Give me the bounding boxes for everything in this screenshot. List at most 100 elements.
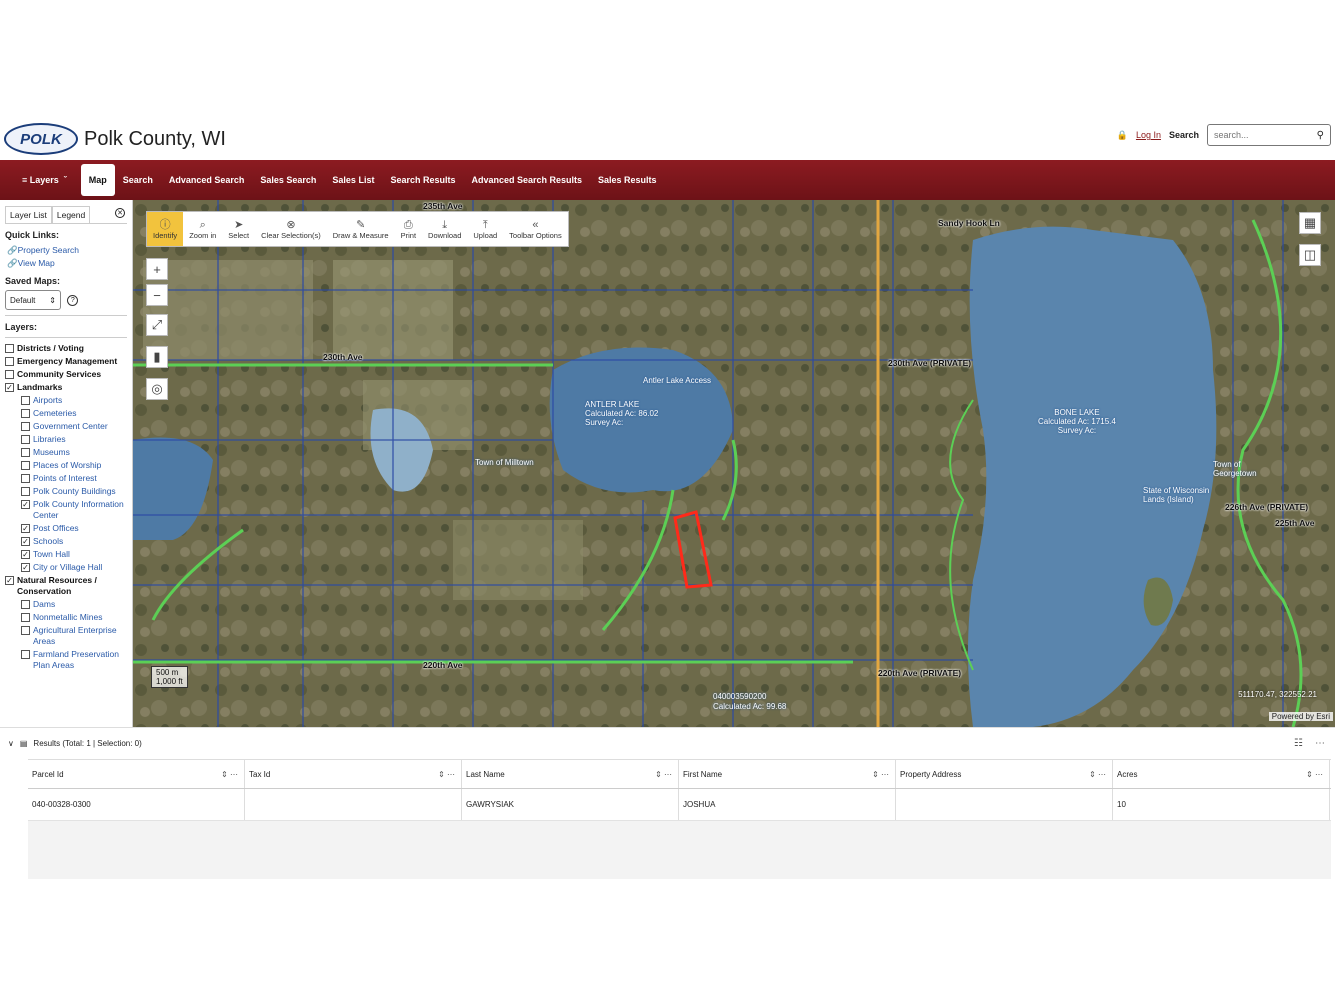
tool-zoom-in[interactable]: ⌕ Zoom in bbox=[183, 212, 222, 246]
checkbox-checked[interactable]: ✓ bbox=[21, 550, 30, 559]
column-label: Tax Id bbox=[249, 769, 271, 779]
collapse-icon[interactable]: ∨ bbox=[8, 739, 14, 748]
map-view[interactable]: 230th Ave 235th Ave 220th Ave 220th Ave … bbox=[133, 200, 1335, 727]
checkbox-checked[interactable]: ✓ bbox=[21, 500, 30, 509]
column-header[interactable]: Last Name ⇕ ⋯ bbox=[462, 760, 679, 788]
checkbox[interactable] bbox=[21, 613, 30, 622]
layer-label: Dams bbox=[33, 599, 56, 609]
column-header[interactable]: Property Address ⇕ ⋯ bbox=[896, 760, 1113, 788]
tab-legend[interactable]: Legend bbox=[51, 206, 91, 223]
tool-identify[interactable]: ⓘ Identify bbox=[147, 212, 184, 246]
tool-select[interactable]: ➤ Select bbox=[222, 212, 255, 246]
layers-menu-button[interactable]: ≡ Layers ˇ bbox=[14, 164, 75, 196]
zoom-out-button[interactable]: − bbox=[146, 284, 168, 306]
view-map-link[interactable]: 🔗View Map bbox=[7, 257, 127, 270]
checkbox[interactable] bbox=[21, 487, 30, 496]
fullscreen-icon[interactable]: ⤢ bbox=[146, 314, 168, 336]
layer-item[interactable]: ✓ Landmarks bbox=[5, 382, 127, 393]
layer-item[interactable]: Community Services bbox=[5, 369, 127, 380]
column-header[interactable]: Tax Id ⇕ ⋯ bbox=[245, 760, 462, 788]
layer-item[interactable]: Districts / Voting bbox=[5, 343, 127, 354]
checkbox[interactable] bbox=[21, 448, 30, 457]
header-search-box[interactable]: ⚲ bbox=[1207, 124, 1331, 146]
layer-item[interactable]: ✓ City or Village Hall bbox=[21, 562, 127, 573]
help-icon[interactable]: ? bbox=[67, 294, 79, 306]
checkbox[interactable] bbox=[21, 461, 30, 470]
layer-item[interactable]: ✓ Post Offices bbox=[21, 523, 127, 534]
locate-icon[interactable]: ◎ bbox=[146, 378, 168, 400]
layer-item[interactable]: Libraries bbox=[21, 434, 127, 445]
checkbox[interactable] bbox=[21, 409, 30, 418]
layer-item[interactable]: ✓ Natural Resources / Conservation bbox=[5, 575, 127, 597]
tab-map[interactable]: Map bbox=[80, 164, 115, 196]
zoom-in-button[interactable]: + bbox=[146, 258, 168, 280]
basemap-icon[interactable]: ▦ bbox=[1299, 212, 1321, 234]
checkbox[interactable] bbox=[21, 600, 30, 609]
layer-item[interactable]: Farmland Preservation Plan Areas bbox=[21, 649, 127, 671]
sort-menu-icon[interactable]: ⇕ ⋯ bbox=[1089, 770, 1106, 779]
layer-item[interactable]: Places of Worship bbox=[21, 460, 127, 471]
tool-draw-measure[interactable]: ✎ Draw & Measure bbox=[327, 212, 395, 246]
tab-layer-list[interactable]: Layer List bbox=[5, 206, 52, 223]
tab-search-results[interactable]: Search Results bbox=[382, 164, 463, 196]
tool-print[interactable]: ⎙ Print bbox=[395, 212, 422, 246]
login-link[interactable]: Log In bbox=[1136, 130, 1161, 140]
checkbox[interactable] bbox=[21, 396, 30, 405]
column-header[interactable]: Acres ⇕ ⋯ bbox=[1113, 760, 1330, 788]
sort-menu-icon[interactable]: ⇕ ⋯ bbox=[1306, 770, 1323, 779]
saved-maps-select[interactable]: Default ⇕ bbox=[5, 290, 61, 310]
checkbox[interactable] bbox=[5, 357, 14, 366]
checkbox[interactable] bbox=[5, 344, 14, 353]
checkbox[interactable] bbox=[21, 435, 30, 444]
close-icon[interactable]: ✕ bbox=[115, 208, 125, 218]
layer-item[interactable]: Emergency Management bbox=[5, 356, 127, 367]
tab-advanced-search-results[interactable]: Advanced Search Results bbox=[463, 164, 590, 196]
layer-item[interactable]: Airports bbox=[21, 395, 127, 406]
sort-menu-icon[interactable]: ⇕ ⋯ bbox=[655, 770, 672, 779]
search-input[interactable] bbox=[1214, 130, 1317, 140]
layer-item[interactable]: ✓ Schools bbox=[21, 536, 127, 547]
tool-clear-selection-s[interactable]: ⊗ Clear Selection(s) bbox=[255, 212, 327, 246]
layer-item[interactable]: Polk County Buildings bbox=[21, 486, 127, 497]
layer-item[interactable]: ✓ Town Hall bbox=[21, 549, 127, 560]
sort-menu-icon[interactable]: ⇕ ⋯ bbox=[438, 770, 455, 779]
tool-toolbar-options[interactable]: «Toolbar Options bbox=[503, 212, 568, 246]
more-options-icon[interactable]: ⋯ bbox=[1315, 738, 1325, 749]
checkbox-checked[interactable]: ✓ bbox=[21, 524, 30, 533]
layer-item[interactable]: Agricultural Enterprise Areas bbox=[21, 625, 127, 647]
checkbox[interactable] bbox=[21, 650, 30, 659]
compare-icon[interactable]: ◫ bbox=[1299, 244, 1321, 266]
tab-advanced-search[interactable]: Advanced Search bbox=[161, 164, 253, 196]
columns-icon[interactable]: ☷ bbox=[1294, 738, 1303, 749]
layer-item[interactable]: Dams bbox=[21, 599, 127, 610]
layer-item[interactable]: Cemeteries bbox=[21, 408, 127, 419]
table-row[interactable]: 040-00328-0300 GAWRYSIAK JOSHUA 10 bbox=[28, 789, 1331, 821]
checkbox-checked[interactable]: ✓ bbox=[21, 563, 30, 572]
layer-item[interactable]: Government Center bbox=[21, 421, 127, 432]
checkbox-checked[interactable]: ✓ bbox=[21, 537, 30, 546]
layer-item[interactable]: Museums bbox=[21, 447, 127, 458]
checkbox-checked[interactable]: ✓ bbox=[5, 576, 14, 585]
layer-item[interactable]: ✓ Polk County Information Center bbox=[21, 499, 127, 521]
checkbox[interactable] bbox=[21, 422, 30, 431]
tab-sales-search[interactable]: Sales Search bbox=[252, 164, 324, 196]
column-header[interactable]: First Name ⇕ ⋯ bbox=[679, 760, 896, 788]
layer-item[interactable]: Nonmetallic Mines bbox=[21, 612, 127, 623]
tab-search[interactable]: Search bbox=[115, 164, 161, 196]
tool-download[interactable]: ⤓ Download bbox=[422, 212, 467, 246]
sort-menu-icon[interactable]: ⇕ ⋯ bbox=[872, 770, 889, 779]
checkbox-checked[interactable]: ✓ bbox=[5, 383, 14, 392]
county-logo[interactable]: POLK bbox=[4, 123, 78, 155]
tool-upload[interactable]: ⤒ Upload bbox=[467, 212, 503, 246]
tab-sales-list[interactable]: Sales List bbox=[324, 164, 382, 196]
sort-menu-icon[interactable]: ⇕ ⋯ bbox=[221, 770, 238, 779]
tab-sales-results[interactable]: Sales Results bbox=[590, 164, 665, 196]
bookmark-icon[interactable]: ▮ bbox=[146, 346, 168, 368]
checkbox[interactable] bbox=[21, 626, 30, 635]
property-search-link[interactable]: 🔗Property Search bbox=[7, 244, 127, 257]
column-header[interactable]: Parcel Id ⇕ ⋯ bbox=[28, 760, 245, 788]
layer-item[interactable]: Points of Interest bbox=[21, 473, 127, 484]
checkbox[interactable] bbox=[5, 370, 14, 379]
search-icon[interactable]: ⚲ bbox=[1317, 130, 1324, 141]
checkbox[interactable] bbox=[21, 474, 30, 483]
